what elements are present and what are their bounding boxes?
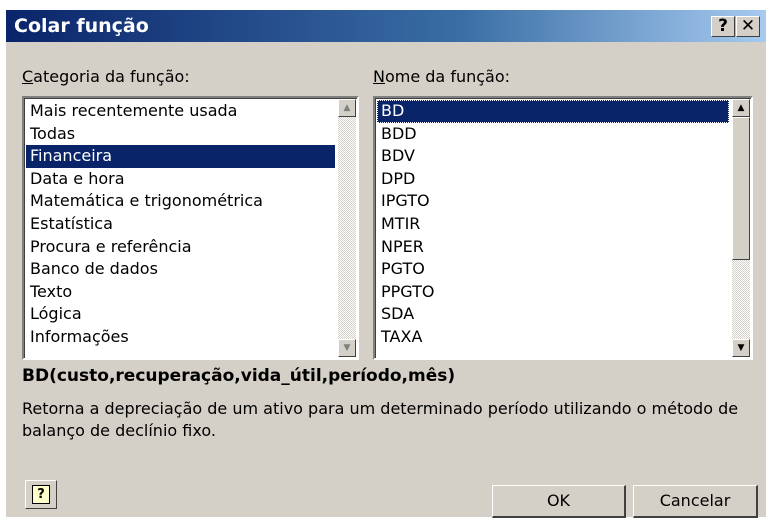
category-item[interactable]: Data e hora <box>26 168 335 191</box>
office-assistant-help-button[interactable]: ? <box>25 480 57 509</box>
category-scroll-down-icon[interactable]: ▼ <box>338 339 356 357</box>
category-scrollbar[interactable]: ▲ ▼ <box>338 99 356 357</box>
category-item[interactable]: Lógica <box>26 303 335 326</box>
category-item-selected[interactable]: Financeira <box>26 145 335 168</box>
function-item[interactable]: BDV <box>377 145 729 168</box>
function-item[interactable]: SDA <box>377 303 729 326</box>
category-item[interactable]: Todas <box>26 123 335 146</box>
category-item[interactable]: Banco de dados <box>26 258 335 281</box>
category-items: Mais recentemente usada Todas Financeira… <box>26 100 335 349</box>
category-item[interactable]: Estatística <box>26 213 335 236</box>
help-question-icon: ? <box>32 485 50 504</box>
title-help-button[interactable]: ? <box>711 16 735 37</box>
dialog-title: Colar função <box>14 15 149 37</box>
category-item[interactable]: Procura e referência <box>26 236 335 259</box>
title-close-button[interactable]: ✕ <box>736 16 760 37</box>
category-scroll-up-icon[interactable]: ▲ <box>338 99 356 117</box>
function-name-label-mnemonic: N <box>373 67 385 86</box>
category-listbox[interactable]: Mais recentemente usada Todas Financeira… <box>22 96 359 360</box>
category-item[interactable]: Informações <box>26 326 335 349</box>
function-name-label: Nome da função: <box>373 67 510 86</box>
category-item[interactable]: Mais recentemente usada <box>26 100 335 123</box>
cancel-button[interactable]: Cancelar <box>633 485 758 518</box>
function-name-items: BD BDD BDV DPD IPGTO MTIR NPER PGTO PPGT… <box>377 100 729 349</box>
paste-function-dialog: Colar função ? ✕ Categoria da função: No… <box>6 10 766 518</box>
title-bar[interactable]: Colar função ? ✕ <box>6 10 766 42</box>
function-scroll-up-icon[interactable]: ▲ <box>732 99 750 117</box>
function-scroll-thumb[interactable] <box>732 117 750 260</box>
ok-button[interactable]: OK <box>492 485 626 518</box>
function-item[interactable]: BDD <box>377 123 729 146</box>
function-item-selected[interactable]: BD <box>377 100 729 123</box>
category-label-mnemonic: C <box>22 67 34 86</box>
function-item[interactable]: NPER <box>377 236 729 259</box>
function-item[interactable]: DPD <box>377 168 729 191</box>
function-syntax: BD(custo,recuperação,vida_útil,período,m… <box>22 366 456 386</box>
function-item[interactable]: PPGTO <box>377 281 729 304</box>
category-item[interactable]: Matemática e trigonométrica <box>26 190 335 213</box>
function-name-scrollbar[interactable]: ▲ ▼ <box>732 99 750 357</box>
function-scroll-down-icon[interactable]: ▼ <box>732 339 750 357</box>
function-item[interactable]: MTIR <box>377 213 729 236</box>
function-name-listbox[interactable]: BD BDD BDV DPD IPGTO MTIR NPER PGTO PPGT… <box>373 96 753 360</box>
function-name-label-text: ome da função: <box>384 67 511 86</box>
category-item[interactable]: Texto <box>26 281 335 304</box>
function-item[interactable]: IPGTO <box>377 190 729 213</box>
category-label-text: ategoria da função: <box>33 67 190 86</box>
function-item[interactable]: TAXA <box>377 326 729 349</box>
function-item[interactable]: PGTO <box>377 258 729 281</box>
category-label: Categoria da função: <box>22 67 190 86</box>
function-description: Retorna a depreciação de um ativo para u… <box>22 399 739 440</box>
